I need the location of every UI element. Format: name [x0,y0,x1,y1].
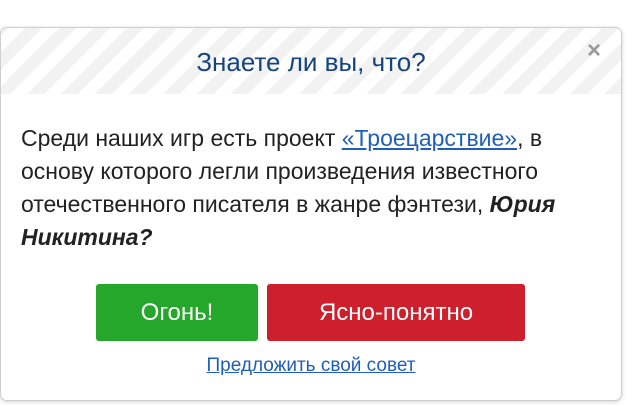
suggest-tip-link[interactable]: Предложить свой совет [207,355,416,376]
tip-dialog: Знаете ли вы, что? × Среди наших игр ест… [0,27,622,401]
confirm-button[interactable]: Огонь! [96,284,258,341]
close-icon[interactable]: × [583,39,605,63]
dialog-title: Знаете ли вы, что? [196,47,426,77]
suggest-tip: Предложить свой совет [1,354,621,378]
dialog-header: Знаете ли вы, что? × [1,28,621,94]
tip-message: Среди наших игр есть проект «Троецарстви… [21,122,611,254]
game-link[interactable]: «Троецарствие» [342,125,517,151]
message-text-start: Среди наших игр есть проект [21,125,342,151]
dismiss-button[interactable]: Ясно-понятно [267,284,525,341]
